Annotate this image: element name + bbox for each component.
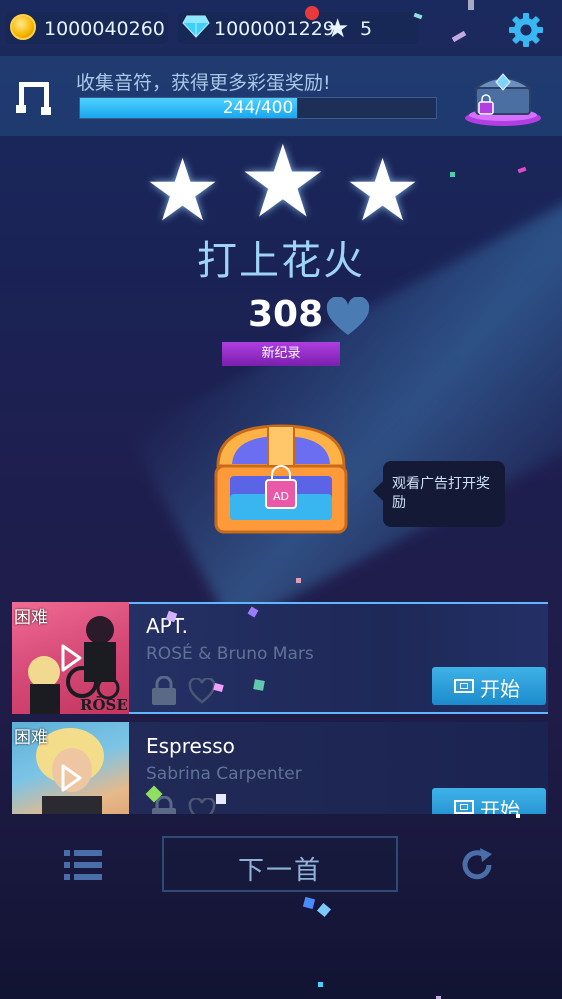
start-label: 开始	[480, 798, 520, 814]
start-label: 开始	[480, 677, 520, 701]
album-cover: 困难	[12, 722, 129, 814]
ad-reward-chest[interactable]: AD	[212, 420, 350, 535]
locked-chest-icon[interactable]	[462, 64, 544, 128]
notification-dot	[305, 6, 319, 20]
play-icon[interactable]	[60, 644, 82, 672]
top-bar: 1000040260 1000001229 ★ 5	[0, 0, 562, 56]
heart-icon[interactable]	[188, 678, 216, 704]
song-row[interactable]: 困难 Espresso Sabrina Carpenter 开始	[12, 722, 548, 814]
confetti	[302, 896, 316, 910]
lock-icon	[152, 676, 176, 705]
song-title: 打上花火	[197, 238, 365, 284]
ticket-icon	[454, 800, 474, 814]
song-artist: ROSÉ & Bruno Mars	[146, 644, 314, 664]
new-record-badge: 新纪录	[222, 342, 340, 366]
next-song-button[interactable]: 下一首	[162, 836, 398, 892]
cover-text: RŌSE	[80, 696, 128, 714]
score: 308	[248, 294, 324, 335]
collect-progress-label: 244/400	[222, 98, 294, 118]
confetti	[253, 679, 265, 691]
result-star-3: ★	[344, 141, 422, 241]
confetti	[316, 902, 332, 918]
confetti	[296, 578, 301, 583]
replay-icon[interactable]	[458, 846, 496, 884]
confetti	[318, 982, 323, 987]
difficulty-label: 困难	[14, 728, 48, 748]
difficulty-label: 困难	[14, 608, 48, 628]
result-star-1: ★	[144, 141, 222, 241]
heart-icon[interactable]	[325, 297, 371, 337]
song-list[interactable]: RŌSE 困难 APT. ROSÉ & Bruno Mars 开始 困难 Esp…	[12, 602, 550, 814]
confetti	[216, 794, 226, 804]
star-icon: ★	[326, 14, 350, 44]
diamond-balance: 1000001229	[214, 18, 335, 40]
confetti	[450, 172, 455, 177]
album-cover: RŌSE 困难	[12, 602, 129, 714]
next-song-label: 下一首	[237, 856, 322, 886]
start-button[interactable]: 开始	[432, 667, 546, 705]
menu-icon[interactable]	[64, 848, 102, 882]
collect-progress-bar: 244/400	[79, 97, 437, 119]
play-icon[interactable]	[60, 764, 82, 792]
ad-label: AD	[273, 490, 289, 503]
song-artist: Sabrina Carpenter	[146, 764, 302, 784]
diamond-icon	[182, 15, 210, 38]
confetti	[516, 814, 520, 818]
confetti	[468, 0, 474, 10]
collect-text: 收集音符，获得更多彩蛋奖励!	[76, 72, 331, 94]
gear-icon[interactable]	[506, 10, 546, 50]
ad-tooltip-text: 观看广告打开奖励	[392, 476, 490, 511]
confetti	[517, 166, 527, 174]
start-button[interactable]: 开始	[432, 788, 546, 814]
ad-tooltip: 观看广告打开奖励	[373, 461, 505, 527]
song-row[interactable]: RŌSE 困难 APT. ROSÉ & Bruno Mars 开始	[12, 602, 548, 714]
star-count: 5	[360, 18, 373, 40]
music-note-icon	[16, 82, 51, 115]
coin-icon	[10, 14, 36, 40]
result-star-2: ★	[238, 123, 328, 240]
ticket-icon	[454, 679, 474, 693]
song-name: Espresso	[146, 734, 235, 758]
coin-balance: 1000040260	[44, 18, 165, 40]
heart-icon[interactable]	[188, 798, 216, 814]
